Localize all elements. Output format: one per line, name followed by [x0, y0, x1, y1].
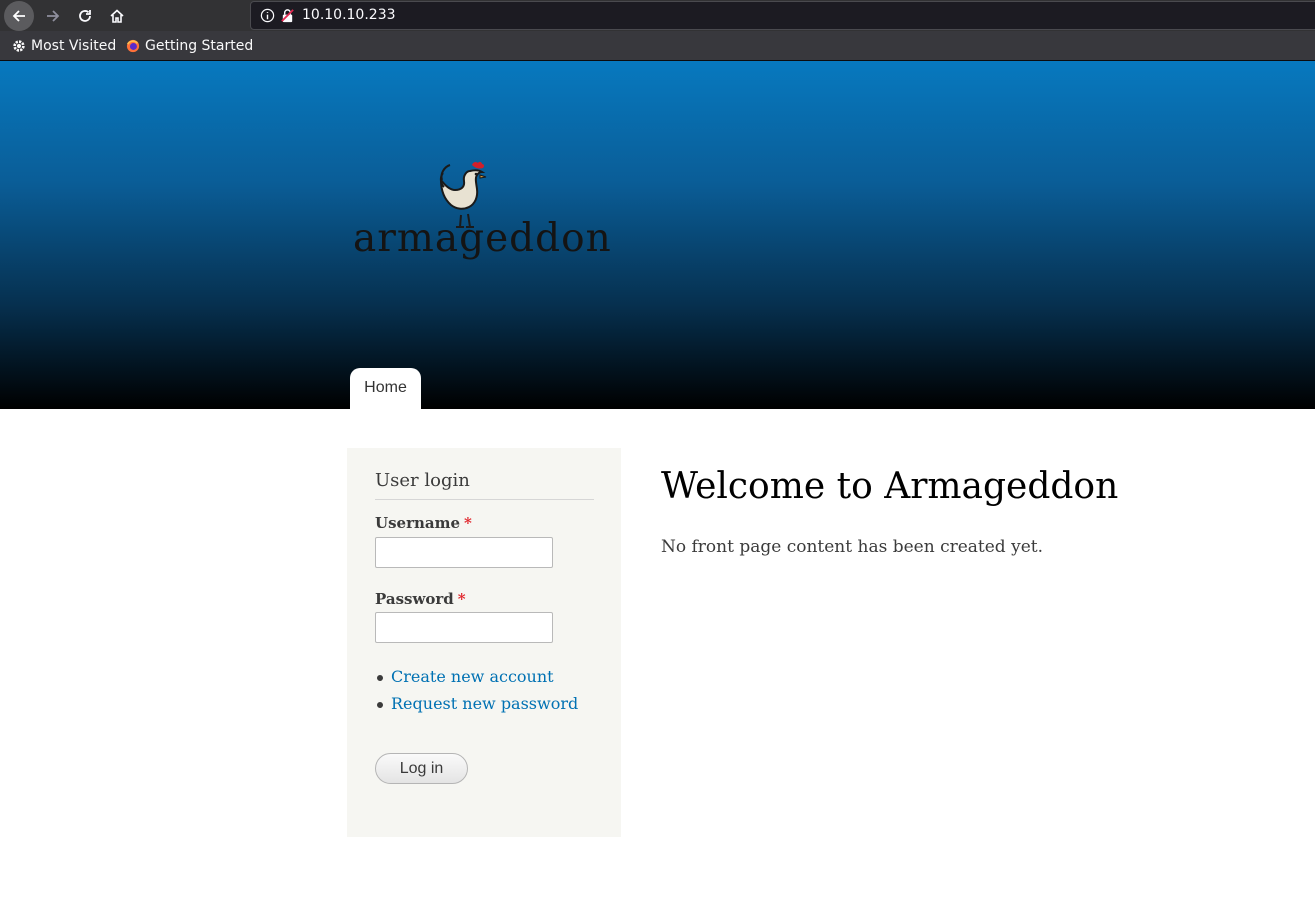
logo-text: armageddon	[353, 216, 612, 261]
page-title: Welcome to Armageddon	[661, 466, 1119, 507]
bookmark-label: Getting Started	[145, 38, 254, 54]
username-field[interactable]	[375, 537, 553, 568]
create-account-link[interactable]: Create new account	[375, 667, 578, 694]
site-header: armageddon Home	[0, 61, 1315, 409]
bookmark-most-visited[interactable]: Most Visited	[12, 38, 116, 54]
browser-toolbar: 10.10.10.233	[0, 0, 1315, 31]
required-marker: *	[464, 514, 472, 532]
gear-icon	[13, 40, 25, 52]
url-bar[interactable]: 10.10.10.233	[250, 1, 1315, 30]
reload-button[interactable]	[70, 1, 100, 31]
arrow-left-icon	[12, 10, 25, 22]
insecure-lock-icon[interactable]	[280, 8, 295, 27]
login-button[interactable]: Log in	[375, 753, 468, 784]
info-icon[interactable]	[260, 8, 275, 27]
login-links: Create new account Request new password	[375, 667, 578, 721]
required-marker: *	[457, 590, 466, 608]
front-page-message: No front page content has been created y…	[661, 537, 1043, 557]
forward-button[interactable]	[38, 1, 68, 31]
password-label: Password *	[375, 590, 466, 608]
password-field[interactable]	[375, 612, 553, 643]
reload-icon	[79, 10, 91, 22]
bookmark-getting-started[interactable]: Getting Started	[126, 38, 253, 54]
bookmark-label: Most Visited	[31, 38, 117, 54]
bookmarks-bar: Most Visited Getting Started	[0, 31, 1315, 61]
back-button[interactable]	[4, 1, 34, 31]
home-icon	[110, 9, 124, 23]
login-block-title: User login	[375, 470, 594, 500]
username-label: Username *	[375, 514, 472, 532]
firefox-icon	[126, 39, 140, 53]
arrow-right-icon	[47, 10, 60, 22]
home-button[interactable]	[102, 1, 132, 31]
user-login-block: User login Username * Password * Create ne…	[347, 448, 621, 837]
request-password-link[interactable]: Request new password	[375, 694, 578, 721]
tab-home[interactable]: Home	[350, 368, 421, 409]
url-text: 10.10.10.233	[302, 7, 396, 23]
